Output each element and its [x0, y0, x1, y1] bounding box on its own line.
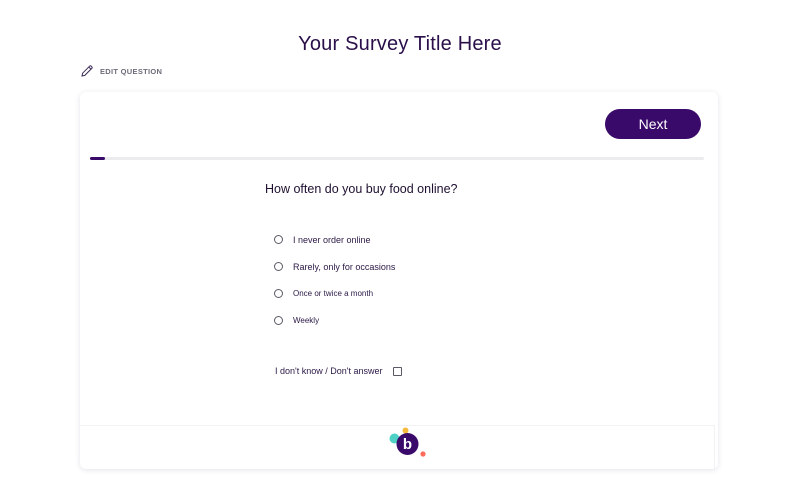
progress-fill [90, 157, 106, 160]
dont-know-option[interactable]: I don't know / Don't answer [275, 366, 402, 376]
next-button[interactable]: Next [605, 109, 701, 139]
radio-button[interactable] [274, 262, 283, 271]
radio-button[interactable] [274, 316, 283, 325]
option-label: Weekly [293, 316, 320, 325]
radio-button[interactable] [274, 289, 283, 298]
option-label: Once or twice a month [293, 289, 374, 298]
question-text: How often do you buy food online? [265, 182, 458, 196]
pencil-icon [80, 64, 94, 78]
dont-know-label: I don't know / Don't answer [275, 366, 383, 376]
option-label: I never order online [293, 234, 371, 245]
radio-button[interactable] [274, 235, 283, 244]
survey-page: Your Survey Title Here EDIT QUESTION Nex… [0, 0, 800, 500]
brand-logo-icon: b [385, 426, 431, 466]
option-weekly[interactable]: Weekly [274, 307, 395, 334]
question-card: Next How often do you buy food online? I… [80, 92, 718, 470]
edit-question-link[interactable]: EDIT QUESTION [80, 64, 162, 78]
logo-letter: b [403, 436, 412, 453]
card-footer: b [80, 425, 715, 470]
edit-question-label: EDIT QUESTION [100, 66, 163, 76]
option-label: Rarely, only for occasions [293, 261, 396, 272]
option-monthly[interactable]: Once or twice a month [274, 280, 395, 307]
option-never-online[interactable]: I never order online [274, 226, 395, 253]
answer-options: I never order online Rarely, only for oc… [274, 226, 395, 334]
option-rarely[interactable]: Rarely, only for occasions [274, 253, 395, 280]
dont-know-checkbox[interactable] [392, 366, 402, 376]
survey-title: Your Survey Title Here [298, 33, 502, 55]
progress-bar [90, 157, 704, 160]
